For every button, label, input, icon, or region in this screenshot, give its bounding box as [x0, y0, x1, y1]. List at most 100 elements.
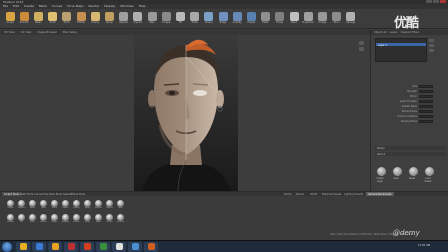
tool-projection[interactable]: Projection — [302, 11, 314, 27]
brush-relax[interactable]: Relax — [28, 200, 37, 212]
add-icon[interactable] — [429, 39, 434, 42]
right-panel-tabs: Object List Layers Viewport Filters — [371, 30, 448, 35]
taskbar-app[interactable] — [128, 242, 142, 252]
brush-erase[interactable]: Erase — [94, 214, 103, 226]
taskbar-app[interactable] — [96, 242, 110, 252]
tool-flatten[interactable]: Flatten — [75, 11, 87, 27]
selected-layer-row[interactable]: Layer 1 — [376, 43, 426, 47]
remove-icon[interactable] — [429, 44, 434, 47]
taskbar-app[interactable] — [48, 242, 62, 252]
property-value-field[interactable] — [419, 90, 433, 93]
close-button[interactable] — [440, 0, 446, 3]
repeat-icon — [119, 12, 129, 21]
property-value-field[interactable] — [419, 120, 433, 123]
camera-icon[interactable] — [359, 41, 364, 45]
brush-flatten[interactable]: Flatten — [61, 200, 70, 212]
tool-scrape[interactable]: Scrape — [160, 11, 172, 27]
flatten-brush-icon — [62, 200, 69, 207]
taskbar-app[interactable] — [32, 242, 46, 252]
maximize-button[interactable] — [433, 0, 439, 3]
tool-fill[interactable]: Fill — [174, 11, 186, 27]
tool-label: Mask — [262, 21, 269, 24]
tool-repeat[interactable]: Repeat — [118, 11, 130, 27]
taskbar-app[interactable] — [112, 242, 126, 252]
tool-erase[interactable]: Erase — [274, 11, 286, 27]
tab-object-list[interactable]: Object List — [374, 30, 387, 35]
brush-pinch[interactable]: Pinch — [50, 200, 59, 212]
app-icon — [51, 243, 59, 250]
brush-scrape[interactable]: Scrape — [6, 214, 15, 226]
tool-paint[interactable]: Paint — [288, 11, 300, 27]
brush-smear[interactable]: Smear — [39, 214, 48, 226]
tool-imprint[interactable]: Imprint — [132, 11, 144, 27]
property-value-field[interactable] — [419, 100, 433, 103]
property-value-field[interactable] — [419, 95, 433, 98]
reset-icon[interactable] — [409, 167, 418, 176]
preset-label: Save — [393, 177, 399, 180]
brush-imprint[interactable]: Imprint — [105, 200, 114, 212]
tool-burn[interactable]: Burn — [331, 11, 343, 27]
tool-freeze[interactable]: Freeze — [245, 11, 257, 27]
head-model-photo — [134, 35, 238, 191]
brush-sculpt[interactable]: Sculpt — [105, 214, 114, 226]
brush-amplify[interactable]: Amplify — [61, 214, 70, 226]
tool-sponge[interactable]: Sponge — [345, 11, 357, 27]
tool-label: Projection — [302, 21, 315, 24]
brush-knife[interactable]: Knife — [28, 214, 37, 226]
brush-wax[interactable]: Wax — [116, 200, 125, 212]
brush-foamy[interactable]: Foamy — [72, 200, 81, 212]
brush-freeze[interactable]: Freeze — [72, 214, 81, 226]
smooth-brush-icon — [117, 214, 124, 221]
settings-icon[interactable] — [429, 49, 434, 52]
imprint-icon — [133, 12, 143, 21]
tool-amplify[interactable]: Amplify — [231, 11, 243, 27]
brush-bulge[interactable]: Bulge — [50, 214, 59, 226]
tool-bulge[interactable]: Bulge — [217, 11, 229, 27]
save-icon[interactable] — [393, 167, 402, 176]
brush-label: Imprint — [105, 207, 114, 209]
tool-pinch[interactable]: Pinch — [61, 11, 73, 27]
bulge-brush-icon — [51, 214, 58, 221]
tool-sculpt[interactable]: Sculpt — [4, 11, 16, 27]
taskbar-app[interactable] — [16, 242, 30, 252]
taskbar-app[interactable] — [80, 242, 94, 252]
stencil-section-header[interactable]: Stencil — [375, 152, 445, 156]
brush-grab[interactable]: Grab — [39, 200, 48, 212]
lights-icon[interactable] — [359, 47, 364, 51]
tool-dodge[interactable]: Dodge — [316, 11, 328, 27]
tool-wax[interactable]: Wax — [146, 11, 158, 27]
tool-label: Bulge — [219, 21, 227, 24]
tool-spray[interactable]: Spray — [103, 11, 115, 27]
load-preset-icon[interactable] — [425, 167, 434, 176]
brush-smooth[interactable]: Smooth — [17, 200, 26, 212]
brush-spray[interactable]: Spray — [83, 200, 92, 212]
stamp-section-header[interactable]: Stamp — [375, 146, 445, 150]
property-value-field[interactable] — [419, 85, 433, 88]
tool-knife[interactable]: Knife — [189, 11, 201, 27]
tool-smooth[interactable]: Smooth — [18, 11, 30, 27]
tab-layers[interactable]: Layers — [390, 30, 398, 35]
grab-icon — [48, 12, 58, 21]
brush-sculpt[interactable]: Sculpt — [6, 200, 15, 212]
tool-foamy[interactable]: Foamy — [89, 11, 101, 27]
property-value-field[interactable] — [419, 110, 433, 113]
brush-smooth[interactable]: Smooth — [116, 214, 125, 226]
tool-smear[interactable]: Smear — [203, 11, 215, 27]
start-button[interactable] — [2, 242, 12, 252]
create-layer-icon[interactable] — [377, 167, 386, 176]
tool-grab[interactable]: Grab — [47, 11, 59, 27]
taskbar-app[interactable] — [144, 242, 158, 252]
property-value-field[interactable] — [419, 115, 433, 118]
tool-relax[interactable]: Relax — [32, 11, 44, 27]
brush-fill[interactable]: Fill — [17, 214, 26, 226]
tab-viewport-filters[interactable]: Viewport Filters — [401, 30, 420, 35]
taskbar-app[interactable] — [64, 242, 78, 252]
object-list[interactable]: Layer 1 — [375, 38, 427, 62]
minimize-button[interactable] — [426, 0, 432, 3]
tool-mask[interactable]: Mask — [260, 11, 272, 27]
brush-repeat[interactable]: Repeat — [94, 200, 103, 212]
wax-brush-icon — [117, 200, 124, 207]
brush-mask[interactable]: Mask — [83, 214, 92, 226]
3d-viewport[interactable] — [0, 35, 370, 191]
property-value-field[interactable] — [419, 105, 433, 108]
